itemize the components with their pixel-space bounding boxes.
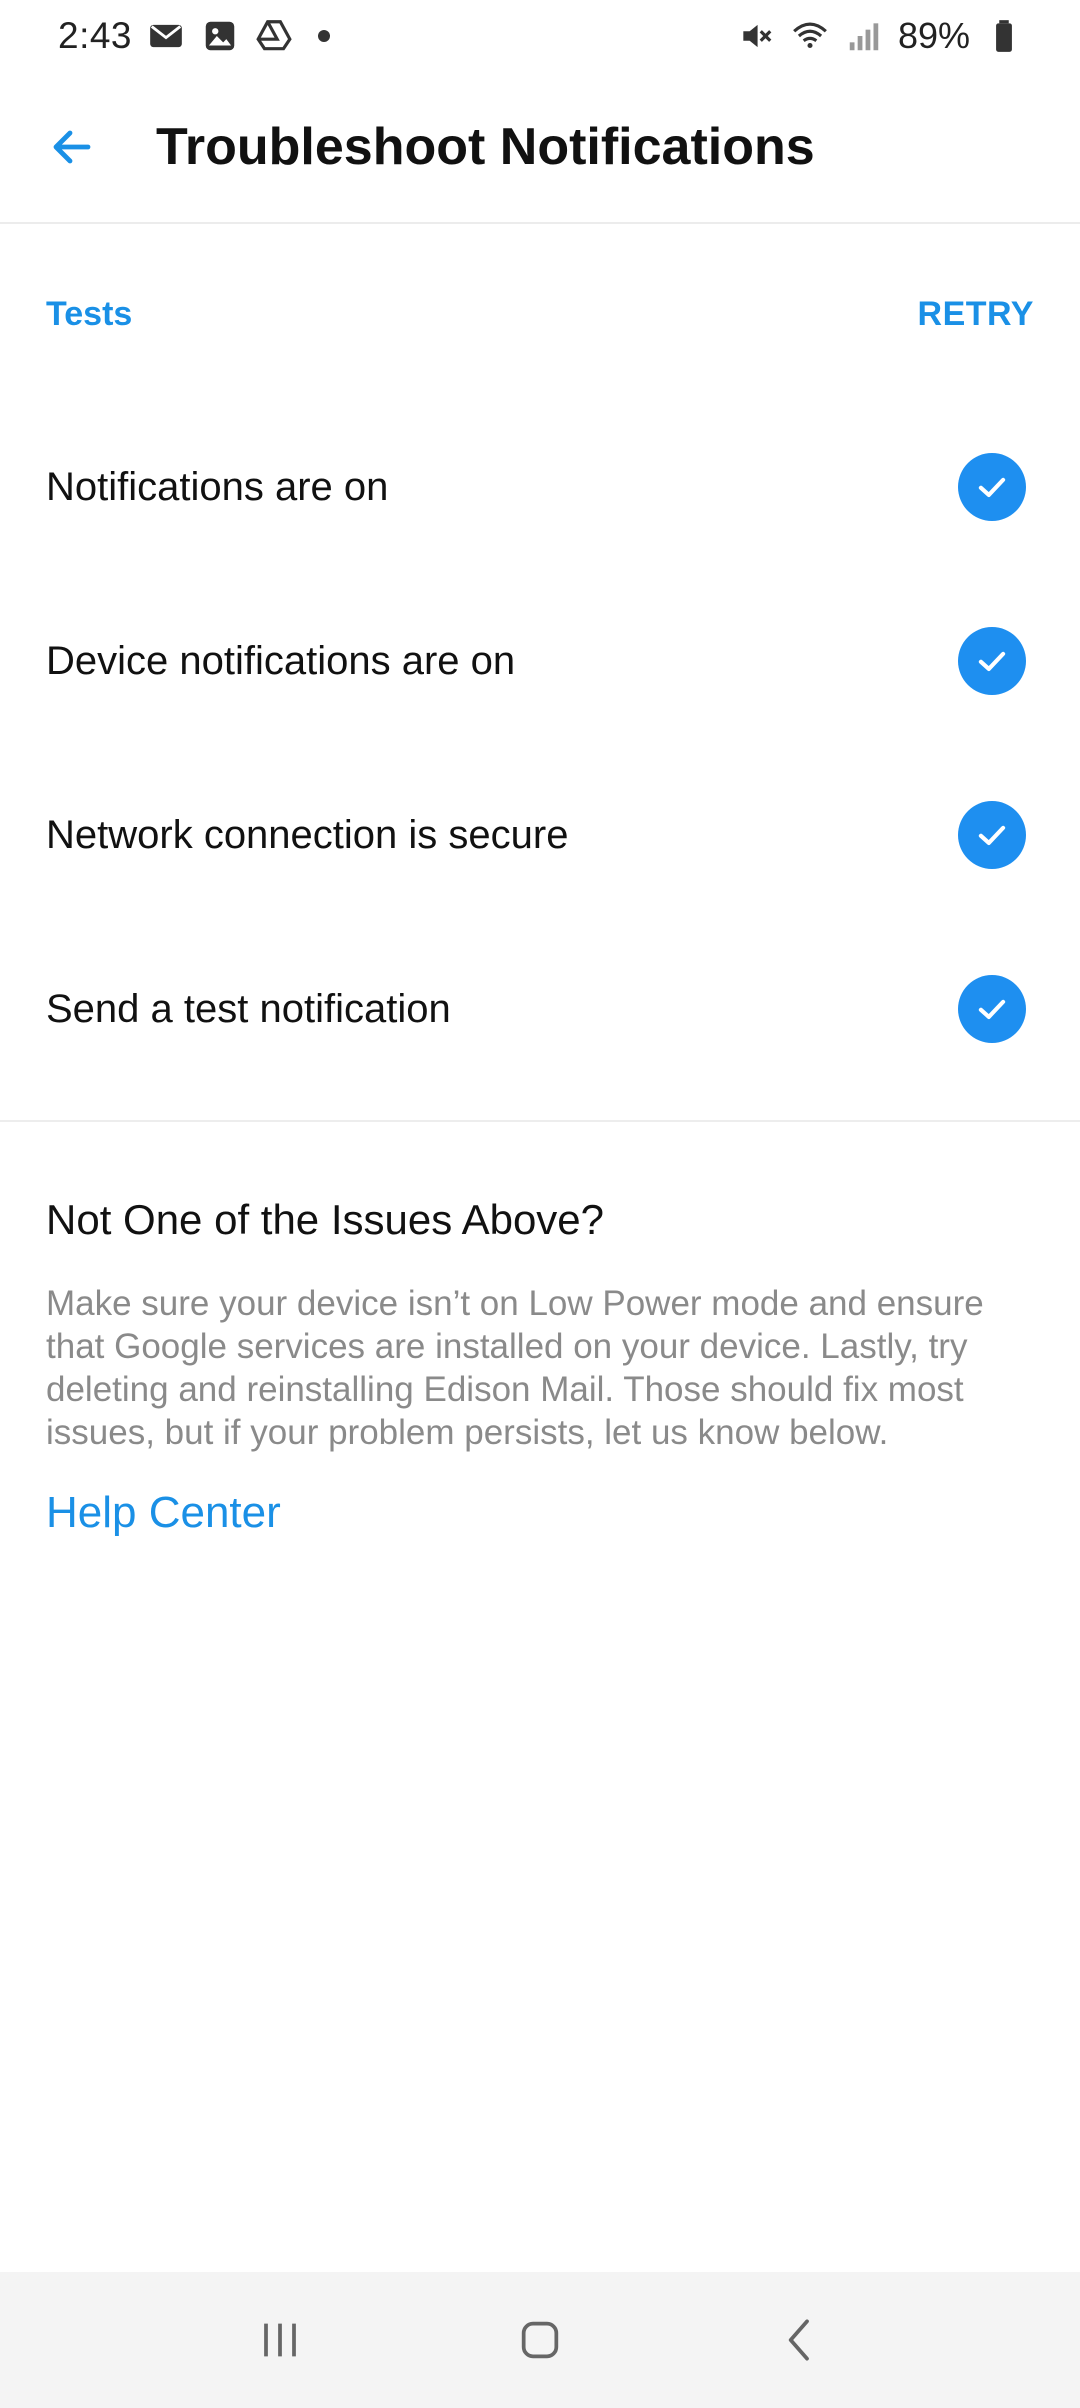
gallery-icon — [200, 16, 240, 56]
check-icon — [958, 627, 1026, 695]
system-back-button[interactable] — [750, 2290, 850, 2390]
recents-button[interactable] — [230, 2290, 330, 2390]
check-icon — [958, 453, 1026, 521]
check-icon — [958, 975, 1026, 1043]
test-row: Network connection is secure — [0, 775, 1080, 895]
status-time: 2:43 — [58, 15, 133, 56]
check-icon — [958, 801, 1026, 869]
help-body: Make sure your device isn’t on Low Power… — [46, 1284, 984, 1452]
test-label: Notifications are on — [46, 464, 389, 509]
page-title: Troubleshoot Notifications — [156, 118, 815, 176]
recents-icon — [264, 2323, 296, 2357]
app-bar: Troubleshoot Notifications — [0, 72, 1080, 224]
help-center-link[interactable]: Help Center — [46, 1488, 281, 1538]
status-right: 89% — [736, 15, 1024, 57]
retry-button[interactable]: RETRY — [918, 295, 1034, 334]
battery-icon — [984, 16, 1024, 56]
tests-header: Tests RETRY — [0, 295, 1080, 334]
back-button[interactable] — [32, 107, 112, 187]
test-label: Network connection is secure — [46, 812, 569, 857]
system-nav-bar — [0, 2272, 1080, 2408]
status-bar: 2:43 89% — [0, 0, 1080, 72]
arrow-left-icon — [53, 130, 91, 164]
test-label: Send a test notification — [46, 986, 451, 1031]
mute-icon — [736, 16, 776, 56]
test-row: Send a test notification — [0, 949, 1080, 1069]
signal-icon — [844, 16, 884, 56]
tests-section-label: Tests — [46, 295, 133, 333]
notification-dot — [318, 30, 331, 42]
section-divider — [0, 1120, 1080, 1122]
screen: 2:43 89% Troubleshoot Notifications Test… — [0, 0, 1080, 2408]
home-button[interactable] — [490, 2290, 590, 2390]
status-left: 2:43 — [58, 15, 331, 57]
gmail-icon — [146, 16, 186, 56]
help-title: Not One of the Issues Above? — [46, 1196, 605, 1243]
drive-icon — [254, 16, 294, 56]
home-icon — [521, 2321, 559, 2359]
battery-percentage: 89% — [897, 15, 970, 56]
test-label: Device notifications are on — [46, 638, 516, 683]
wifi-icon — [790, 16, 830, 56]
test-row: Notifications are on — [0, 427, 1080, 547]
back-icon — [788, 2319, 809, 2361]
test-row: Device notifications are on — [0, 601, 1080, 721]
